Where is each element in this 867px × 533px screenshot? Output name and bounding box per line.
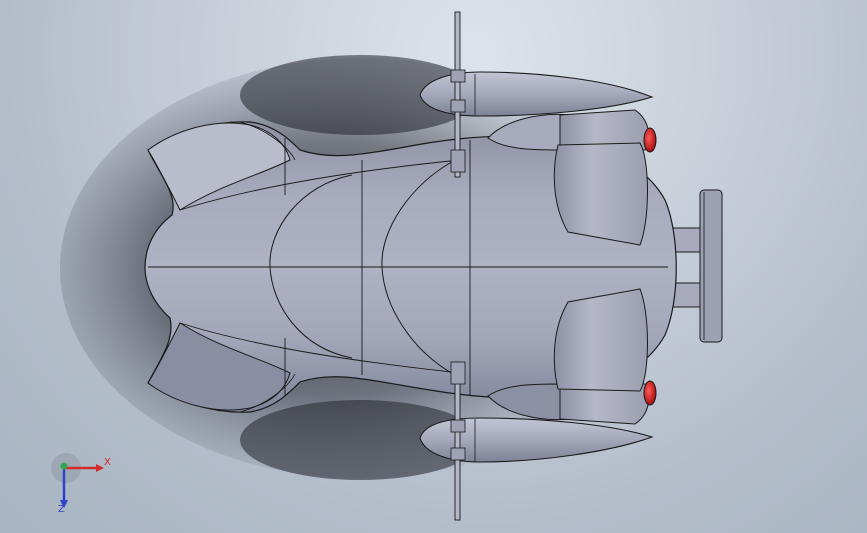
graphics-viewport[interactable]: X Z [0,0,867,533]
z-axis-label: Z [58,504,65,515]
side-panel-lower[interactable] [553,288,650,425]
cad-model-view[interactable] [0,0,867,533]
x-axis-label: X [104,457,111,468]
light-upper [643,127,657,153]
light-lower [643,380,657,406]
rear-mount[interactable] [669,189,723,343]
side-panel-upper[interactable] [553,109,650,246]
propeller-lower [454,361,461,521]
orientation-triad[interactable]: X Z [46,452,116,518]
rear-flange [699,189,723,343]
